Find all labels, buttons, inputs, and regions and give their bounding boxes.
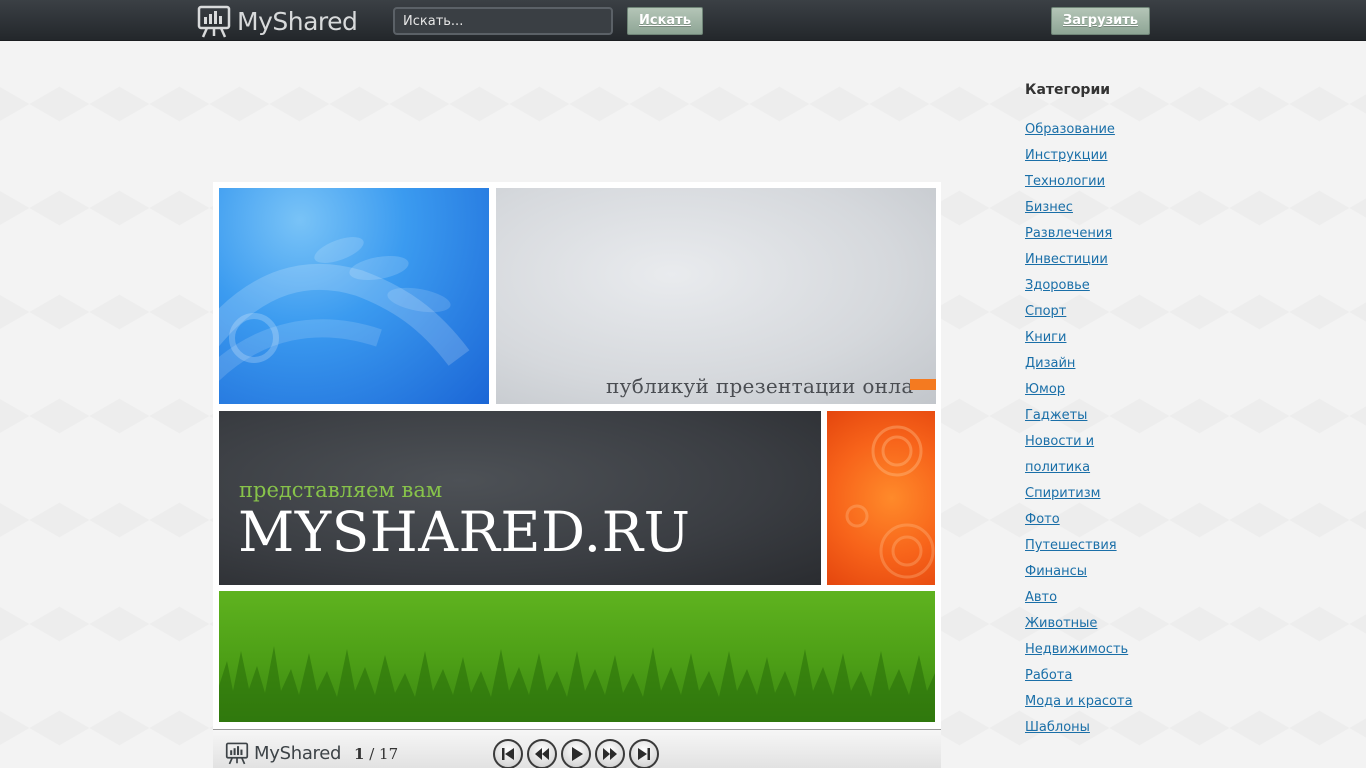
site-logo[interactable]: MyShared — [195, 5, 358, 38]
category-link[interactable]: Юмор — [1025, 377, 1185, 403]
category-link[interactable]: Шаблоны — [1025, 715, 1185, 741]
category-link[interactable]: Гаджеты — [1025, 403, 1185, 429]
presentation-board-icon — [197, 5, 231, 38]
categories-list: Образование Инструкции Технологии Бизнес… — [1025, 117, 1185, 741]
next-slide-button[interactable] — [595, 739, 625, 768]
category-link[interactable]: Мода и красота — [1025, 689, 1185, 715]
category-link[interactable]: Образование — [1025, 117, 1185, 143]
presentation-board-icon — [225, 742, 249, 765]
category-link[interactable]: Недвижимость — [1025, 637, 1185, 663]
top-navbar: MyShared Искать Загрузить — [0, 0, 1366, 41]
category-link[interactable]: Инструкции — [1025, 143, 1185, 169]
swirl-decoration-icon — [219, 237, 470, 381]
slide-orange-marker — [910, 379, 936, 390]
page-counter: 1 / 17 — [354, 745, 398, 763]
logo-text: MyShared — [237, 6, 358, 36]
slide-player-bar: MyShared 1 / 17 — [213, 729, 941, 768]
category-link[interactable]: Новости и — [1025, 429, 1185, 455]
category-link[interactable]: Спорт — [1025, 299, 1185, 325]
category-link[interactable]: Путешествия — [1025, 533, 1185, 559]
current-page: 1 — [354, 745, 365, 763]
slide-viewer: публикуй презентации онла представляем в… — [213, 182, 941, 729]
category-link[interactable]: Книги — [1025, 325, 1185, 351]
player-logo[interactable]: MyShared — [224, 740, 341, 766]
circles-decoration-icon — [845, 425, 935, 579]
categories-title: Категории — [1025, 82, 1111, 98]
total-pages: / 17 — [369, 745, 399, 763]
slide-gray-tile — [496, 188, 936, 404]
last-icon — [638, 748, 650, 760]
next-icon — [603, 748, 617, 760]
play-icon — [572, 747, 583, 761]
prev-slide-button[interactable] — [527, 739, 557, 768]
category-link[interactable]: Авто — [1025, 585, 1185, 611]
category-link[interactable]: Финансы — [1025, 559, 1185, 585]
slide-blue-tile — [219, 188, 489, 404]
first-slide-button[interactable] — [493, 739, 523, 768]
category-link[interactable]: политика — [1025, 455, 1185, 481]
categories-sidebar: Категории Образование Инструкции Техноло… — [1025, 82, 1185, 741]
category-link[interactable]: Инвестиции — [1025, 247, 1185, 273]
category-link[interactable]: Спиритизм — [1025, 481, 1185, 507]
first-icon — [502, 748, 514, 760]
category-link[interactable]: Дизайн — [1025, 351, 1185, 377]
category-link[interactable]: Работа — [1025, 663, 1185, 689]
category-link[interactable]: Животные — [1025, 611, 1185, 637]
grass-decoration-icon — [219, 646, 935, 722]
slide-title: MYSHARED.RU — [238, 500, 691, 564]
slide-subtitle: представляем вам — [239, 478, 443, 502]
category-link[interactable]: Технологии — [1025, 169, 1185, 195]
search-button[interactable]: Искать — [627, 7, 703, 35]
slide-tagline: публикуй презентации онла — [606, 374, 914, 398]
last-slide-button[interactable] — [629, 739, 659, 768]
category-link[interactable]: Бизнес — [1025, 195, 1185, 221]
upload-button[interactable]: Загрузить — [1051, 7, 1150, 35]
slide-green-tile — [219, 591, 935, 722]
category-link[interactable]: Здоровье — [1025, 273, 1185, 299]
search-input[interactable] — [393, 7, 613, 35]
category-link[interactable]: Фото — [1025, 507, 1185, 533]
category-link[interactable]: Развлечения — [1025, 221, 1185, 247]
player-logo-text: MyShared — [254, 742, 342, 764]
play-button[interactable] — [561, 739, 591, 768]
prev-icon — [535, 748, 549, 760]
slide-orange-tile — [827, 411, 935, 585]
